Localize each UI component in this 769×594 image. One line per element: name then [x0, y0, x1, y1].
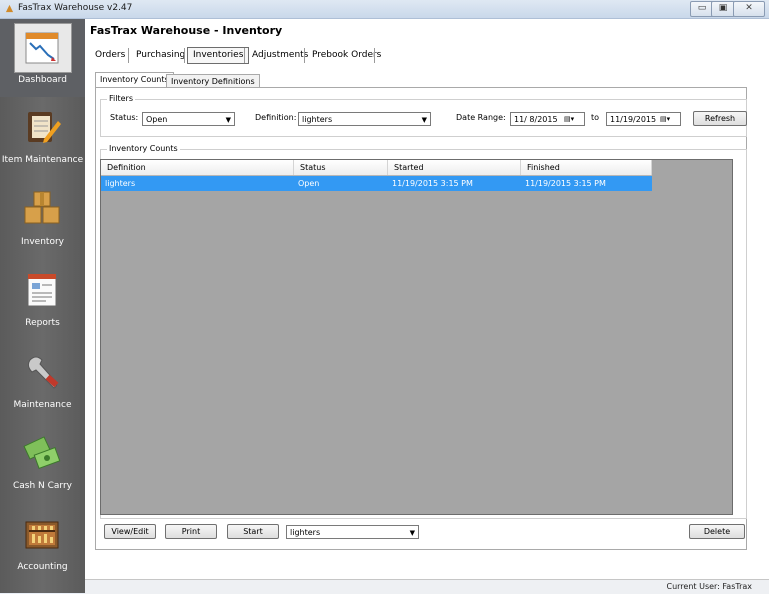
sidebar-item-inventory[interactable]: Inventory	[0, 181, 85, 259]
sidebar-item-accounting[interactable]: Accounting	[0, 506, 85, 584]
item-maintenance-icon	[28, 112, 61, 143]
start-definition-select[interactable]: lighters ▼	[286, 525, 419, 539]
sidebar-item-label: Maintenance	[13, 400, 72, 410]
cell-status: Open	[298, 179, 320, 188]
sidebar: Dashboard Item Maintenance Inventory Rep…	[0, 19, 85, 593]
maximize-button[interactable]: ▣	[711, 1, 735, 17]
col-finished[interactable]: Finished	[521, 160, 652, 175]
cell-started: 11/19/2015 3:15 PM	[392, 179, 473, 188]
status-bar: Current User: FasTrax	[85, 579, 769, 594]
date-to-picker[interactable]: 11/19/2015 ▤▾	[606, 112, 681, 126]
delete-button[interactable]: Delete	[689, 524, 745, 539]
sidebar-item-dashboard[interactable]: Dashboard	[0, 19, 85, 97]
current-user-label: Current User: FasTrax	[666, 582, 753, 591]
view-edit-button[interactable]: View/Edit	[104, 524, 156, 539]
definition-select[interactable]: lighters ▼	[298, 112, 431, 126]
tab-inventories[interactable]: Inventories	[187, 47, 250, 64]
page-title: FasTrax Warehouse - Inventory	[90, 24, 283, 37]
grid-header: Definition Status Started Finished	[101, 160, 652, 176]
table-row[interactable]: lighters Open 11/19/2015 3:15 PM 11/19/2…	[101, 176, 652, 191]
chevron-down-icon: ▼	[225, 116, 231, 124]
app-icon	[5, 4, 14, 13]
sidebar-item-label: Reports	[25, 318, 60, 328]
date-from-picker[interactable]: 11/ 8/2015 ▤▾	[510, 112, 585, 126]
col-status[interactable]: Status	[294, 160, 388, 175]
status-label: Status:	[110, 113, 139, 122]
col-started[interactable]: Started	[388, 160, 521, 175]
dashboard-icon	[25, 32, 59, 64]
abacus-icon	[25, 521, 59, 549]
calendar-icon[interactable]: ▤▾	[660, 114, 678, 124]
refresh-button[interactable]: Refresh	[693, 111, 747, 126]
sidebar-item-label: Item Maintenance	[1, 155, 84, 165]
sidebar-item-label: Dashboard	[18, 75, 67, 85]
start-button[interactable]: Start	[227, 524, 279, 539]
sidebar-item-item-maintenance[interactable]: Item Maintenance	[0, 99, 85, 177]
cash-icon	[23, 436, 61, 469]
sidebar-item-label: Accounting	[17, 562, 68, 572]
sidebar-item-label: Cash N Carry	[12, 481, 72, 491]
close-button[interactable]: ✕	[733, 1, 765, 17]
status-select[interactable]: Open ▼	[142, 112, 235, 126]
print-button[interactable]: Print	[165, 524, 217, 539]
calendar-icon[interactable]: ▤▾	[564, 114, 582, 124]
wrench-icon	[27, 356, 59, 389]
inventory-counts-grid[interactable]: Definition Status Started Finished light…	[100, 159, 733, 515]
sidebar-item-cash-n-carry[interactable]: Cash N Carry	[0, 425, 85, 503]
filters-group: Filters Status: Open ▼ Definition: lighte…	[100, 94, 747, 137]
cell-definition: lighters	[105, 179, 136, 188]
sidebar-item-label: Inventory	[21, 237, 64, 247]
window-titlebar: FasTrax Warehouse v2.47 ▭ ▣ ✕	[0, 0, 769, 19]
cell-finished: 11/19/2015 3:15 PM	[525, 179, 606, 188]
col-definition[interactable]: Definition	[101, 160, 294, 175]
inventory-counts-legend: Inventory Counts	[107, 144, 180, 153]
reports-icon	[27, 273, 57, 307]
window-title: FasTrax Warehouse v2.47	[18, 3, 133, 13]
filters-legend: Filters	[107, 94, 135, 103]
tab-purchasing[interactable]: Purchasing	[131, 47, 190, 63]
chevron-down-icon: ▼	[421, 116, 427, 124]
sidebar-item-reports[interactable]: Reports	[0, 262, 85, 340]
sidebar-item-maintenance[interactable]: Maintenance	[0, 344, 85, 422]
main-content: FasTrax Warehouse - Inventory Orders Pur…	[85, 19, 769, 579]
tab-orders[interactable]: Orders	[90, 47, 130, 63]
inventory-boxes-icon	[24, 191, 60, 224]
chevron-down-icon: ▼	[409, 529, 415, 537]
to-label: to	[591, 113, 600, 122]
date-range-label: Date Range:	[456, 113, 506, 122]
definition-label: Definition:	[255, 113, 297, 122]
